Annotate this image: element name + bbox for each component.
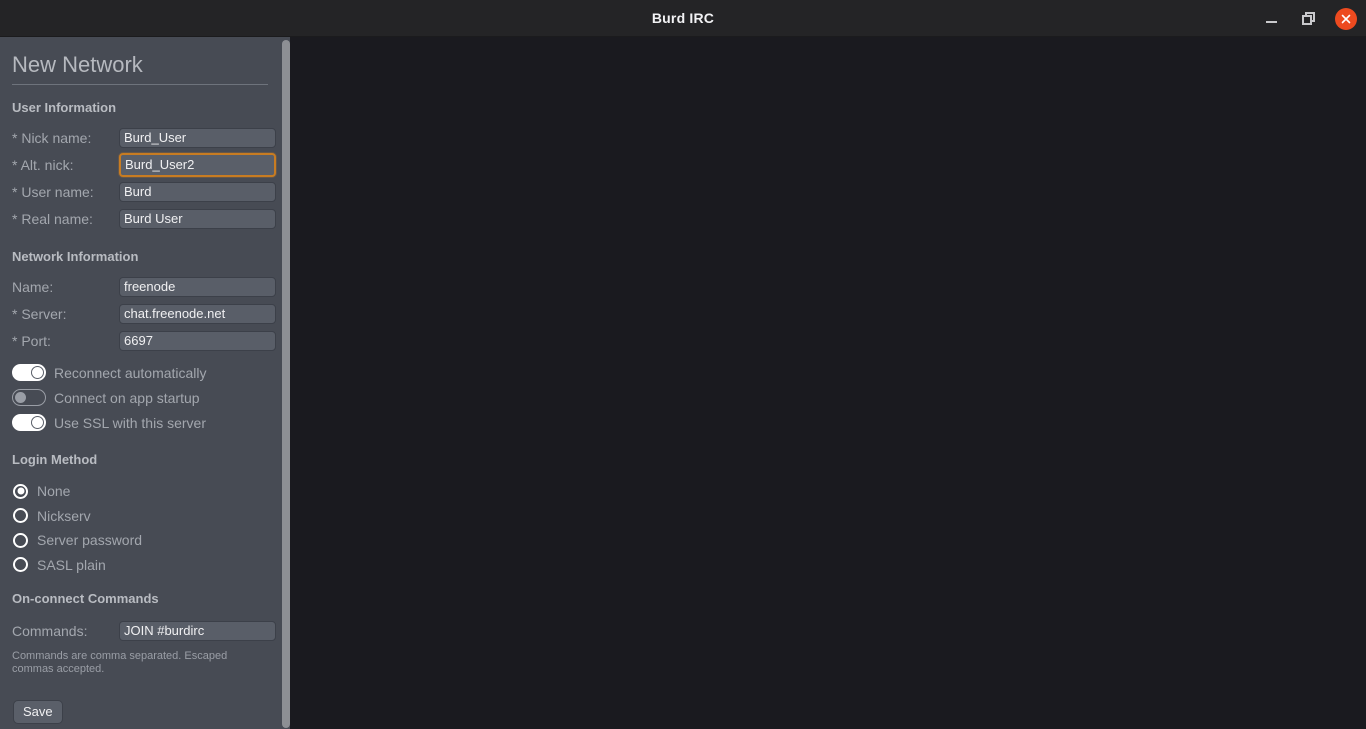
- section-login-method: Login Method None Nickserv Server passwo…: [11, 452, 278, 577]
- use-ssl-switch[interactable]: [12, 414, 46, 431]
- minimize-icon: [1265, 20, 1277, 23]
- network-settings-pane: New Network User Information * Nick name…: [0, 37, 290, 729]
- section-heading-on-connect-commands: On-connect Commands: [12, 591, 159, 606]
- page-title: New Network: [12, 52, 143, 77]
- toggle-row-connect-on-app-startup[interactable]: Connect on app startup: [12, 385, 278, 410]
- section-network-information: Network Information Name: * Server: * Po…: [11, 249, 278, 435]
- chat-area: [290, 37, 1366, 729]
- toggle-row-use-ssl[interactable]: Use SSL with this server: [12, 410, 278, 435]
- radio-row-server-password[interactable]: Server password: [13, 528, 278, 553]
- settings-form: New Network User Information * Nick name…: [0, 37, 290, 729]
- section-heading-user-information: User Information: [12, 100, 117, 115]
- real-name-input[interactable]: [119, 208, 276, 229]
- label-login-sasl-plain: SASL plain: [37, 556, 106, 573]
- nick-name-input[interactable]: [119, 127, 276, 148]
- label-alt-nick: * Alt. nick:: [12, 156, 74, 173]
- radio-sasl-plain[interactable]: [13, 557, 28, 573]
- label-login-none: None: [37, 483, 71, 500]
- toggle-row-reconnect-automatically[interactable]: Reconnect automatically: [12, 360, 278, 385]
- title-divider: [12, 84, 268, 85]
- alt-nick-input[interactable]: [119, 152, 276, 177]
- minimize-button[interactable]: [1261, 9, 1281, 29]
- switch-knob-icon: [15, 392, 26, 403]
- save-button[interactable]: Save: [13, 700, 63, 724]
- label-nick-name: * Nick name:: [12, 129, 92, 146]
- radio-server-password[interactable]: [13, 532, 28, 548]
- settings-scrollbar-track[interactable]: [282, 37, 290, 729]
- field-row-real-name: * Real name:: [11, 205, 278, 232]
- section-heading-network-information: Network Information: [12, 249, 139, 264]
- field-row-port: * Port:: [11, 327, 278, 354]
- label-login-server-password: Server password: [37, 532, 143, 549]
- maximize-button[interactable]: [1298, 9, 1318, 29]
- field-row-nick-name: * Nick name:: [11, 124, 278, 151]
- section-user-information: User Information * Nick name: * Alt. nic…: [11, 100, 278, 232]
- label-reconnect-automatically: Reconnect automatically: [54, 364, 207, 381]
- label-network-name: Name:: [12, 278, 54, 295]
- user-name-input[interactable]: [119, 181, 276, 202]
- label-use-ssl: Use SSL with this server: [54, 414, 206, 431]
- label-user-name: * User name:: [12, 183, 94, 200]
- commands-help-text: Commands are comma separated. Escaped co…: [12, 650, 228, 675]
- field-row-server: * Server:: [11, 300, 278, 327]
- field-row-network-name: Name:: [11, 273, 278, 300]
- radio-nickserv[interactable]: [13, 508, 28, 524]
- close-icon: [1341, 14, 1351, 23]
- field-row-user-name: * User name:: [11, 178, 278, 205]
- commands-input[interactable]: [119, 620, 276, 641]
- window-body: New Network User Information * Nick name…: [0, 37, 1366, 729]
- label-real-name: * Real name:: [12, 210, 93, 227]
- label-commands: Commands:: [12, 622, 88, 639]
- section-on-connect-commands: On-connect Commands Commands: Commands a…: [11, 591, 278, 676]
- switch-knob-icon: [31, 366, 44, 379]
- field-row-alt-nick: * Alt. nick:: [11, 151, 278, 178]
- radio-dot-icon: [17, 487, 24, 495]
- maximize-icon: [1301, 12, 1315, 25]
- label-server: * Server:: [12, 305, 67, 322]
- close-button[interactable]: [1335, 7, 1357, 30]
- port-input[interactable]: [119, 330, 276, 351]
- server-input[interactable]: [119, 303, 276, 324]
- switch-knob-icon: [31, 416, 44, 429]
- label-connect-on-app-startup: Connect on app startup: [54, 389, 200, 406]
- app-window: Burd IRC New Network User Information * …: [0, 0, 1366, 729]
- radio-row-none[interactable]: None: [13, 479, 278, 504]
- network-name-input[interactable]: [119, 276, 276, 297]
- window-titlebar[interactable]: Burd IRC: [0, 0, 1366, 37]
- section-heading-login-method: Login Method: [12, 452, 98, 467]
- radio-none[interactable]: [13, 483, 28, 499]
- label-login-nickserv: Nickserv: [37, 507, 91, 524]
- reconnect-automatically-switch[interactable]: [12, 364, 46, 381]
- connect-on-app-startup-switch[interactable]: [12, 389, 46, 406]
- radio-row-sasl-plain[interactable]: SASL plain: [13, 553, 278, 578]
- window-controls: [1261, 0, 1357, 37]
- window-title: Burd IRC: [651, 10, 715, 26]
- settings-scrollbar-thumb[interactable]: [282, 40, 290, 728]
- label-port: * Port:: [12, 332, 51, 349]
- field-row-commands: Commands:: [11, 617, 278, 644]
- radio-row-nickserv[interactable]: Nickserv: [13, 504, 278, 529]
